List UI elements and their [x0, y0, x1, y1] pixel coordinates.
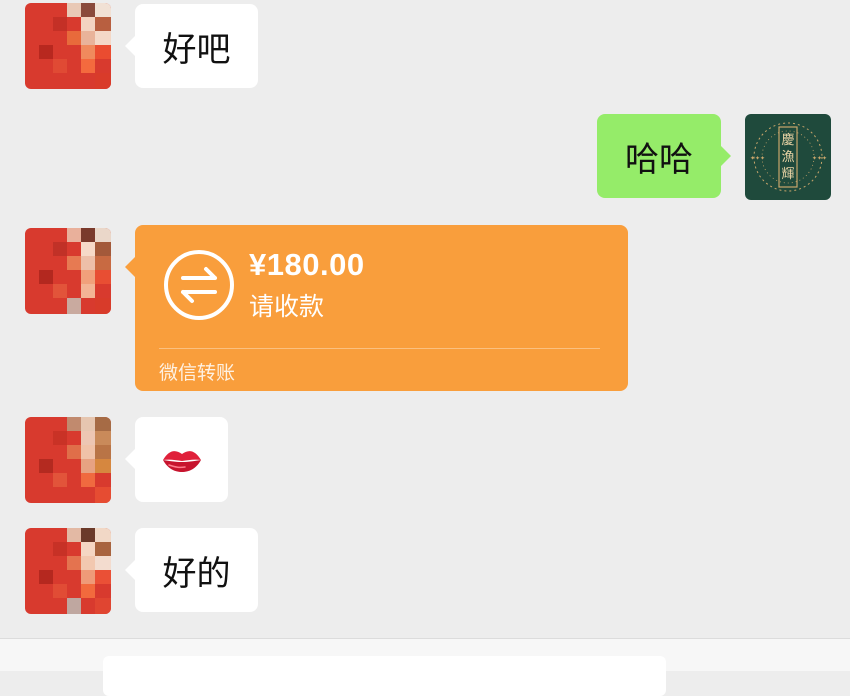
message-input-bar: [0, 638, 850, 696]
transfer-footer-label: 微信转账: [159, 362, 236, 384]
avatar-logo-text: 慶漁輝: [781, 133, 795, 182]
transfer-amount: ¥180.00: [249, 247, 365, 282]
svg-text:✦✦✦: ✦✦✦: [750, 155, 765, 162]
message-text: 哈哈: [625, 139, 693, 180]
transfer-arrows-icon: [163, 249, 235, 321]
chat-message-list[interactable]: 好吧 哈哈 ✦✦✦ ✦✦✦ 慶漁輝 ¥180.00 请收款 微信转账 好的: [0, 0, 850, 638]
lips-emoji-icon: [162, 450, 201, 472]
transfer-card[interactable]: ¥180.00 请收款 微信转账: [125, 225, 628, 391]
contact-avatar[interactable]: [25, 528, 111, 614]
message-bubble[interactable]: 好吧: [125, 4, 258, 88]
message-bubble[interactable]: 好的: [125, 528, 258, 612]
message-text: 好吧: [162, 29, 231, 70]
transfer-divider: [159, 348, 600, 349]
my-message-bubble[interactable]: 哈哈: [597, 114, 731, 198]
my-avatar[interactable]: ✦✦✦ ✦✦✦ 慶漁輝: [745, 114, 831, 200]
svg-text:✦✦✦: ✦✦✦: [812, 155, 827, 162]
contact-avatar[interactable]: [25, 228, 111, 314]
message-bubble[interactable]: [125, 417, 228, 502]
message-text: 好的: [162, 553, 231, 594]
message-input[interactable]: [103, 656, 666, 696]
transfer-status: 请收款: [249, 292, 325, 321]
contact-avatar[interactable]: [25, 417, 111, 503]
contact-avatar[interactable]: [25, 3, 111, 89]
